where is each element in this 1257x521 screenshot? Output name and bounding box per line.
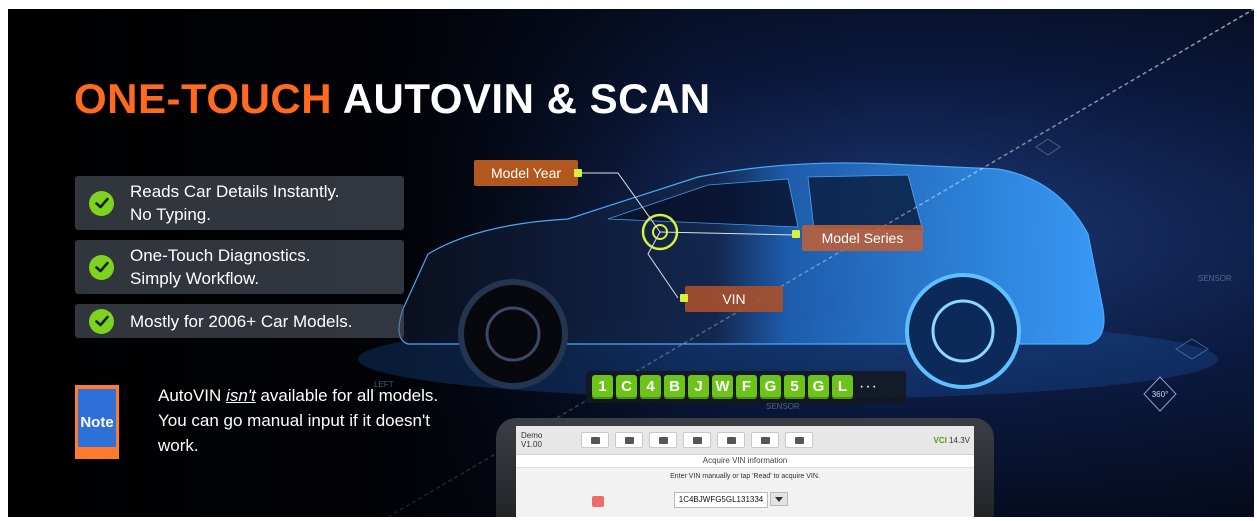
vin-hint: Enter VIN manually or tap 'Read' to acqu… bbox=[670, 473, 820, 480]
screen-title: Acquire VIN information bbox=[516, 455, 974, 468]
page-title: ONE-TOUCH AUTOVIN & SCAN bbox=[74, 75, 711, 123]
vin-char: F bbox=[736, 375, 757, 399]
vin-char: 4 bbox=[640, 375, 661, 399]
voltage-readout: 14.3V bbox=[949, 435, 970, 445]
gear-icon bbox=[658, 436, 668, 444]
callout-dot bbox=[680, 294, 688, 302]
save-icon bbox=[760, 436, 770, 444]
vin-char: C bbox=[616, 375, 637, 399]
vin-more-indicator: ··· bbox=[859, 378, 878, 395]
vin-char: 1 bbox=[592, 375, 613, 399]
settings-button[interactable] bbox=[649, 432, 677, 448]
callout-model-series: Model Series bbox=[802, 225, 923, 251]
feature-line: Mostly for 2006+ Car Models. bbox=[130, 311, 353, 331]
callout-dot bbox=[574, 169, 582, 177]
check-icon bbox=[89, 308, 114, 334]
feature-text: Reads Car Details Instantly. No Typing. bbox=[130, 180, 339, 226]
callout-dot bbox=[792, 230, 800, 238]
device-demo-label: Demo V1.00 bbox=[521, 431, 581, 449]
note-badge-icon: Note bbox=[75, 385, 119, 459]
vin-char: W bbox=[712, 375, 733, 399]
demo-title: Demo bbox=[521, 431, 543, 440]
feature-line: One-Touch Diagnostics. bbox=[130, 246, 311, 265]
camera-icon bbox=[726, 436, 736, 444]
vin-char: 5 bbox=[784, 375, 805, 399]
sensor-label: SENSOR bbox=[1198, 274, 1232, 283]
feature-text: One-Touch Diagnostics. Simply Workflow. bbox=[130, 244, 310, 290]
check-icon bbox=[89, 190, 114, 216]
exit-icon bbox=[794, 436, 804, 444]
screenshot-button[interactable] bbox=[717, 432, 745, 448]
vin-dropdown-button[interactable] bbox=[770, 492, 788, 506]
feature-line: Reads Car Details Instantly. bbox=[130, 182, 340, 201]
note-text: AutoVIN isn't available for all models. … bbox=[158, 383, 448, 458]
home-button[interactable] bbox=[581, 432, 609, 448]
device-status: VCI 14.3V bbox=[934, 436, 970, 445]
vci-indicator: VCI bbox=[933, 435, 947, 445]
feature-item: Mostly for 2006+ Car Models. bbox=[75, 304, 404, 338]
exit-button[interactable] bbox=[785, 432, 813, 448]
vin-char: J bbox=[688, 375, 709, 399]
feature-text: Mostly for 2006+ Car Models. bbox=[130, 310, 353, 333]
feature-item: Reads Car Details Instantly. No Typing. bbox=[75, 176, 404, 230]
note-text-em: isn't bbox=[226, 386, 256, 405]
save-button[interactable] bbox=[751, 432, 779, 448]
vin-char: G bbox=[808, 375, 829, 399]
print-icon bbox=[692, 436, 702, 444]
left-label: LEFT bbox=[374, 380, 394, 389]
rotate-360-label: 360° bbox=[1152, 390, 1169, 399]
vin-input[interactable]: 1C4BJWFG5GL131334 bbox=[674, 492, 768, 508]
device-screen: Demo V1.00 VCI 14.3V Acquire VIN informat… bbox=[516, 426, 974, 517]
title-highlight: ONE-TOUCH bbox=[74, 75, 333, 122]
print-button[interactable] bbox=[683, 432, 711, 448]
home-icon bbox=[590, 436, 600, 444]
vin-char: L bbox=[832, 375, 853, 399]
callout-vin: VIN bbox=[685, 286, 783, 312]
scanner-device: Demo V1.00 VCI 14.3V Acquire VIN informat… bbox=[496, 418, 994, 517]
rotate-360-icon: 360° bbox=[1143, 376, 1177, 412]
feature-line: No Typing. bbox=[130, 205, 211, 224]
deco-diamond bbox=[1035, 138, 1061, 156]
car-icon bbox=[624, 436, 634, 444]
hero-banner: ONE-TOUCH AUTOVIN & SCAN Reads Car Detai… bbox=[8, 9, 1254, 517]
check-icon bbox=[89, 254, 114, 280]
device-toolbar: Demo V1.00 VCI 14.3V bbox=[516, 426, 974, 455]
front-wheel bbox=[458, 279, 568, 389]
screen-body: Enter VIN manually or tap 'Read' to acqu… bbox=[516, 468, 974, 517]
vin-code-strip: 1 C 4 B J W F G 5 G L ··· bbox=[586, 371, 906, 403]
car-button[interactable] bbox=[615, 432, 643, 448]
rear-wheel bbox=[905, 273, 1021, 389]
vin-char: B bbox=[664, 375, 685, 399]
read-vin-icon[interactable] bbox=[592, 496, 604, 507]
note-badge-label: Note bbox=[80, 414, 113, 431]
feature-line: Simply Workflow. bbox=[130, 269, 260, 288]
title-rest: AUTOVIN & SCAN bbox=[342, 75, 711, 122]
demo-version: V1.00 bbox=[521, 440, 542, 449]
callout-model-year: Model Year bbox=[474, 160, 578, 186]
note-text-before: AutoVIN bbox=[158, 386, 227, 405]
car-window-rear bbox=[807, 174, 924, 232]
vin-char: G bbox=[760, 375, 781, 399]
sensor-label: SENSOR bbox=[766, 402, 800, 411]
feature-item: One-Touch Diagnostics. Simply Workflow. bbox=[75, 240, 404, 294]
